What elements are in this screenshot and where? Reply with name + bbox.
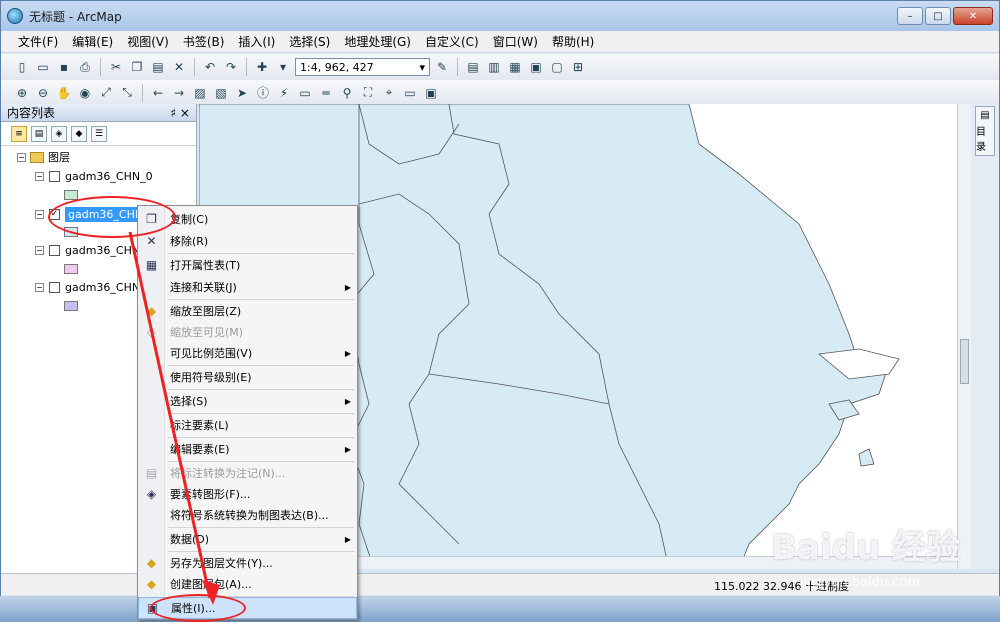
annotation-arrow-head	[202, 580, 220, 605]
watermark-url: jingyan.baidu.com	[800, 575, 920, 590]
annotation-arrow-line	[128, 231, 212, 599]
baidu-watermark: Baidu 经验	[771, 528, 960, 568]
